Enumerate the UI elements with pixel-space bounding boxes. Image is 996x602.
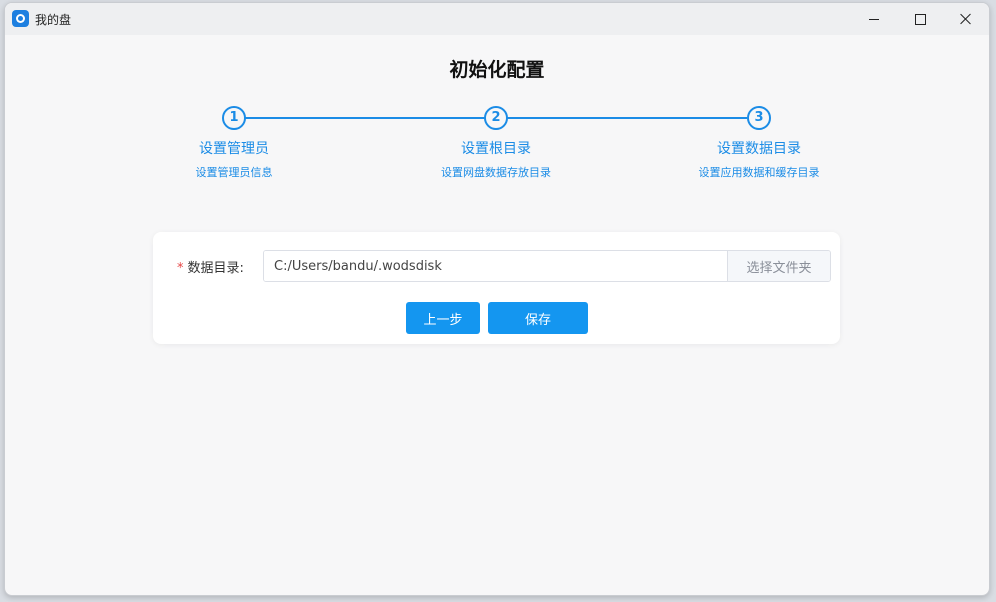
data-dir-label-text: 数据目录: bbox=[187, 261, 244, 276]
step-number: 1 bbox=[222, 106, 246, 130]
step-description: 设置应用数据和缓存目录 bbox=[698, 166, 820, 179]
step-title: 设置根目录 bbox=[461, 141, 531, 157]
previous-step-button[interactable]: 上一步 bbox=[406, 302, 480, 334]
step-number: 2 bbox=[484, 106, 508, 130]
required-mark: * bbox=[177, 261, 184, 276]
step-title: 设置数据目录 bbox=[717, 141, 801, 157]
step-3: 3 设置数据目录 设置应用数据和缓存目录 bbox=[649, 104, 869, 180]
step-description: 设置网盘数据存放目录 bbox=[441, 166, 551, 179]
minimize-icon bbox=[869, 18, 879, 20]
close-icon bbox=[960, 13, 972, 25]
data-dir-input[interactable] bbox=[264, 251, 727, 281]
step-1: 1 设置管理员 设置管理员信息 bbox=[124, 104, 344, 180]
minimize-button[interactable] bbox=[851, 3, 897, 35]
page-title: 初始化配置 bbox=[449, 59, 545, 81]
choose-folder-button[interactable]: 选择文件夹 bbox=[727, 251, 830, 281]
step-title: 设置管理员 bbox=[199, 141, 269, 157]
data-dir-label: * 数据目录: bbox=[177, 257, 244, 276]
form-card: *数据目录: 选择文件夹 上一步 保存 bbox=[153, 232, 840, 344]
app-logo-icon bbox=[12, 10, 29, 27]
step-2: 2 设置根目录 设置网盘数据存放目录 bbox=[386, 104, 606, 180]
step-number: 3 bbox=[747, 106, 771, 130]
window-title: 我的盘 bbox=[35, 13, 72, 27]
maximize-icon bbox=[914, 13, 926, 25]
steps-progress: 1 设置管理员 设置管理员信息 2 设置根目录 设置网盘数据存放目录 3 设置数… bbox=[5, 104, 989, 194]
step-description: 设置管理员信息 bbox=[195, 166, 273, 179]
close-button[interactable] bbox=[943, 3, 989, 35]
app-window: 我的盘 初始化配置 1 设置管理员 设置管理员信息 2 设置根目录 设置网盘数据… bbox=[4, 2, 990, 596]
maximize-button[interactable] bbox=[897, 3, 943, 35]
save-button[interactable]: 保存 bbox=[488, 302, 588, 334]
title-bar: 我的盘 bbox=[5, 3, 989, 35]
data-dir-input-group: 选择文件夹 bbox=[263, 250, 831, 282]
